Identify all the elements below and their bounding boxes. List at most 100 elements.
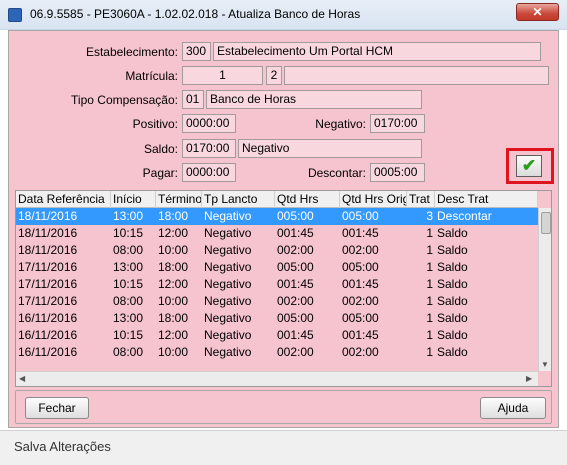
cell-qtd-hrs: 002:00	[277, 243, 314, 257]
table-row[interactable]: 16/11/2016 10:15 12:00 Negativo 001:45 001:45…	[16, 327, 538, 344]
cell-data-referencia: 17/11/2016	[18, 277, 78, 291]
table-row[interactable]: 17/11/2016 10:15 12:00 Negativo 001:45 001:45…	[16, 276, 538, 293]
cell-trat: 1	[426, 226, 433, 240]
col-data-referencia[interactable]: Data Referência	[16, 191, 111, 208]
saldo-field: 0170:00	[182, 139, 236, 158]
matricula-number-field[interactable]: 1	[182, 66, 263, 85]
cell-termino: 10:00	[158, 294, 189, 308]
cell-data-referencia: 16/11/2016	[18, 328, 78, 342]
cell-tp-lancto: Negativo	[204, 226, 252, 240]
cell-tp-lancto: Negativo	[204, 277, 252, 291]
cell-data-referencia: 16/11/2016	[18, 345, 78, 359]
table-header: Data Referência Início Término Tp Lancto…	[16, 191, 538, 208]
title-bar: 06.9.5585 - PE3060A - 1.02.02.018 - Atua…	[0, 0, 567, 30]
horizontal-scrollbar[interactable]: ◀ ▶	[16, 371, 538, 386]
cell-tp-lancto: Negativo	[204, 328, 252, 342]
cell-inicio: 08:00	[113, 294, 144, 308]
cell-qtd-hrs-orig: 005:00	[342, 311, 379, 325]
cell-data-referencia: 18/11/2016	[18, 226, 78, 240]
descontar-field[interactable]: 0005:00	[370, 163, 425, 182]
table-row[interactable]: 18/11/2016 08:00 10:00 Negativo 002:00 002:00…	[16, 242, 538, 259]
pagar-field[interactable]: 0000:00	[182, 163, 236, 182]
tipo-compensacao-label: Tipo Compensação:	[71, 93, 178, 107]
cell-qtd-hrs: 002:00	[277, 294, 314, 308]
cell-qtd-hrs: 005:00	[277, 260, 314, 274]
cell-data-referencia: 17/11/2016	[18, 260, 78, 274]
tipo-compensacao-code-field[interactable]: 01	[182, 90, 204, 109]
col-termino[interactable]: Término	[156, 191, 202, 208]
cell-inicio: 10:15	[113, 226, 144, 240]
cell-qtd-hrs: 001:45	[277, 277, 314, 291]
cell-qtd-hrs-orig: 001:45	[342, 328, 379, 342]
estabelecimento-name-field: Estabelecimento Um Portal HCM	[213, 42, 541, 61]
scroll-thumb[interactable]	[541, 212, 551, 234]
saldo-desc-field: Negativo	[238, 139, 422, 158]
table-row[interactable]: 16/11/2016 08:00 10:00 Negativo 002:00 002:00…	[16, 344, 538, 361]
fechar-button[interactable]: Fechar	[25, 397, 89, 419]
cell-qtd-hrs-orig: 002:00	[342, 345, 379, 359]
highlight-box: ✔	[506, 148, 554, 184]
cell-desc-trat: Saldo	[437, 311, 468, 325]
cell-qtd-hrs: 002:00	[277, 345, 314, 359]
cell-desc-trat: Saldo	[437, 345, 468, 359]
cell-qtd-hrs: 001:45	[277, 328, 314, 342]
cell-qtd-hrs-orig: 001:45	[342, 277, 379, 291]
cell-inicio: 10:15	[113, 328, 144, 342]
cell-tp-lancto: Negativo	[204, 209, 252, 223]
col-desc-trat[interactable]: Desc Trat	[435, 191, 538, 208]
cell-tp-lancto: Negativo	[204, 260, 252, 274]
button-panel: Fechar Ajuda	[15, 390, 552, 424]
col-qtd-hrs-orig[interactable]: Qtd Hrs Orig	[340, 191, 407, 208]
saldo-label: Saldo:	[143, 142, 178, 156]
dialog-window: 06.9.5585 - PE3060A - 1.02.02.018 - Atua…	[0, 0, 567, 465]
cell-tp-lancto: Negativo	[204, 345, 252, 359]
col-trat[interactable]: Trat	[407, 191, 435, 208]
scroll-right-icon[interactable]: ▶	[526, 374, 532, 383]
cell-tp-lancto: Negativo	[204, 294, 252, 308]
cell-data-referencia: 17/11/2016	[18, 294, 78, 308]
cell-trat: 1	[426, 294, 433, 308]
status-text: Salva Alterações	[14, 439, 111, 454]
table-row[interactable]: 16/11/2016 13:00 18:00 Negativo 005:00 005:00…	[16, 310, 538, 327]
vertical-scrollbar[interactable]: ▼	[538, 208, 551, 371]
ajuda-button[interactable]: Ajuda	[480, 397, 546, 419]
cell-data-referencia: 18/11/2016	[18, 243, 78, 257]
table-row[interactable]: 18/11/2016 13:00 18:00 Negativo 005:00 005:00…	[16, 208, 538, 225]
negativo-field: 0170:00	[370, 114, 425, 133]
cell-desc-trat: Saldo	[437, 226, 468, 240]
cell-termino: 18:00	[158, 311, 189, 325]
scroll-left-icon[interactable]: ◀	[19, 374, 25, 383]
cell-data-referencia: 18/11/2016	[18, 209, 78, 223]
cell-qtd-hrs-orig: 005:00	[342, 260, 379, 274]
cell-trat: 1	[426, 277, 433, 291]
cell-desc-trat: Saldo	[437, 243, 468, 257]
cell-inicio: 08:00	[113, 243, 144, 257]
matricula-label: Matrícula:	[125, 69, 178, 83]
positivo-field: 0000:00	[182, 114, 236, 133]
confirm-button[interactable]: ✔	[516, 155, 542, 177]
col-inicio[interactable]: Início	[111, 191, 156, 208]
window-title: 06.9.5585 - PE3060A - 1.02.02.018 - Atua…	[30, 7, 361, 21]
entries-table[interactable]: Data Referência Início Término Tp Lancto…	[15, 190, 552, 387]
close-button[interactable]: ✕	[516, 3, 559, 21]
matricula-digit-field[interactable]: 2	[266, 66, 282, 85]
table-row[interactable]: 18/11/2016 10:15 12:00 Negativo 001:45 001:45…	[16, 225, 538, 242]
cell-inicio: 13:00	[113, 311, 144, 325]
cell-termino: 10:00	[158, 345, 189, 359]
cell-trat: 3	[426, 209, 433, 223]
cell-inicio: 08:00	[113, 345, 144, 359]
table-row[interactable]: 17/11/2016 08:00 10:00 Negativo 002:00 002:00…	[16, 293, 538, 310]
checkmark-icon: ✔	[521, 156, 537, 175]
estabelecimento-code-field[interactable]: 300	[182, 42, 211, 61]
cell-qtd-hrs-orig: 005:00	[342, 209, 379, 223]
pagar-label: Pagar:	[142, 166, 178, 180]
cell-tp-lancto: Negativo	[204, 243, 252, 257]
scroll-down-icon[interactable]: ▼	[541, 360, 549, 369]
app-icon	[8, 8, 22, 22]
col-qtd-hrs[interactable]: Qtd Hrs	[275, 191, 340, 208]
col-tp-lancto[interactable]: Tp Lancto	[202, 191, 275, 208]
cell-trat: 1	[426, 311, 433, 325]
table-row[interactable]: 17/11/2016 13:00 18:00 Negativo 005:00 005:00…	[16, 259, 538, 276]
cell-trat: 1	[426, 345, 433, 359]
descontar-label: Descontar:	[307, 166, 366, 180]
